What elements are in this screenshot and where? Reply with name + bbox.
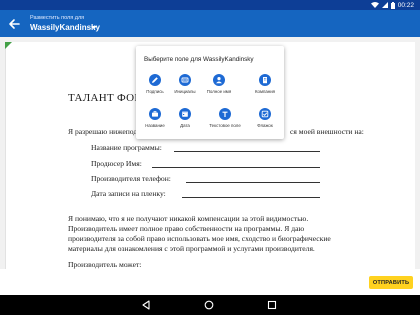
- initials-icon: [179, 74, 191, 86]
- nav-recents-icon[interactable]: [267, 300, 277, 310]
- paragraph-line: производителя за собой право использоват…: [68, 234, 331, 243]
- text-icon: [219, 108, 231, 120]
- field-producer-name-label: Продюсер Имя:: [91, 159, 142, 168]
- system-nav-bar: [0, 295, 420, 315]
- field-option-label: Дата: [180, 123, 190, 128]
- field-option-initials[interactable]: Инициалы: [168, 74, 202, 94]
- field-producer-name-line[interactable]: [152, 167, 320, 168]
- field-option-date[interactable]: Дата: [168, 108, 202, 128]
- paragraph-line: Я понимаю, что я не получают никакой ком…: [68, 214, 309, 223]
- field-option-label: Флажок: [257, 123, 273, 128]
- field-program-name-label: Название программы:: [91, 143, 162, 152]
- paragraph-line: материалы для ознакомления с этой програ…: [68, 244, 315, 253]
- calendar-icon: [179, 108, 191, 120]
- app-subtitle: Разместить поля для: [30, 15, 85, 21]
- signal-icon: [381, 2, 388, 8]
- person-icon: [213, 74, 225, 86]
- wifi-icon: [370, 2, 379, 8]
- send-button[interactable]: ОТПРАВИТЬ: [369, 276, 413, 289]
- field-option-full-name[interactable]: Полное имя: [202, 74, 236, 94]
- status-bar: 00:22: [0, 0, 420, 10]
- consent-text-end: ся моей внешности на:: [290, 127, 364, 136]
- paragraph-line: Производитель может:: [68, 260, 142, 269]
- field-recording-date-label: Дата записи на пленку:: [91, 189, 166, 198]
- chevron-down-icon[interactable]: [91, 26, 97, 29]
- field-option-label: Название: [145, 123, 165, 128]
- field-recording-date-line[interactable]: [182, 197, 320, 198]
- popup-title: Выберите поле для WassilyKandinsky: [144, 56, 254, 63]
- paragraph-line: Производитель имеет полное право собстве…: [68, 224, 305, 233]
- field-producer-phone-label: Производителя телефон:: [91, 174, 171, 183]
- field-option-signature[interactable]: Подпись: [138, 74, 172, 94]
- page-corner-flag: [5, 42, 12, 49]
- briefcase-icon: [149, 108, 161, 120]
- field-option-label: Текстовое поле: [209, 123, 241, 128]
- field-producer-phone-line[interactable]: [186, 182, 320, 183]
- field-option-checkbox[interactable]: Флажок: [248, 108, 282, 128]
- field-program-name-line[interactable]: [174, 151, 320, 152]
- checkbox-icon: [259, 108, 271, 120]
- nav-back-icon[interactable]: [141, 300, 151, 310]
- status-time: 00:22: [397, 1, 414, 9]
- field-option-text-field[interactable]: Текстовое поле: [208, 108, 242, 128]
- company-icon: [259, 74, 271, 86]
- field-option-title[interactable]: Название: [138, 108, 172, 128]
- recipient-selector[interactable]: WassilyKandinsky: [30, 23, 100, 32]
- field-picker-popup: Выберите поле для WassilyKandinsky Подпи…: [136, 46, 284, 139]
- consent-text-start: Я разрешаю нижепод: [68, 127, 138, 136]
- field-option-label: Полное имя: [206, 89, 232, 94]
- app-bar: Разместить поля для WassilyKandinsky: [0, 10, 420, 37]
- field-option-label: Инициалы: [174, 89, 196, 94]
- field-option-label: Подпись: [146, 89, 164, 94]
- pen-icon: [149, 74, 161, 86]
- nav-home-icon[interactable]: [204, 300, 214, 310]
- back-arrow-icon[interactable]: [8, 18, 20, 30]
- battery-icon: [390, 1, 395, 9]
- field-option-label: Компания: [254, 89, 276, 94]
- field-option-company[interactable]: Компания: [248, 74, 282, 94]
